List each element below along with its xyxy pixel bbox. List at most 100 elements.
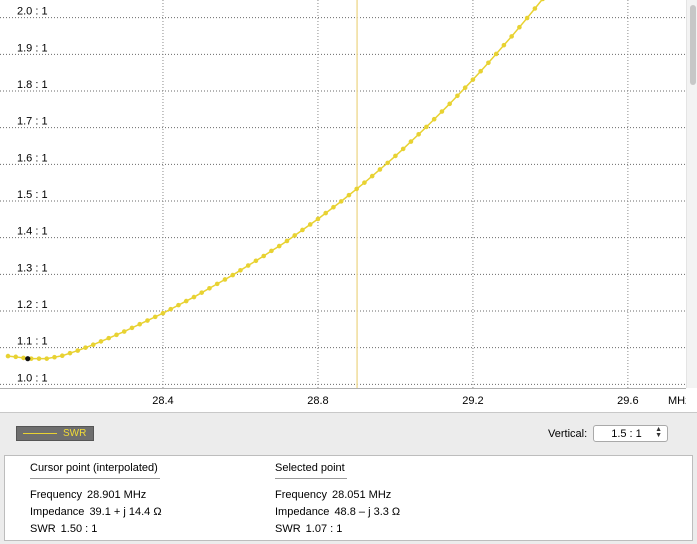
selected-frequency-row: Frequency 28.051 MHz: [275, 487, 400, 504]
swr-data-point[interactable]: [121, 329, 127, 334]
swr-data-point[interactable]: [462, 85, 468, 90]
swr-data-point[interactable]: [393, 153, 398, 159]
swr-data-point[interactable]: [52, 354, 57, 360]
swr-data-point[interactable]: [416, 131, 421, 137]
selected-swr-label: SWR: [275, 523, 301, 535]
swr-data-point[interactable]: [67, 350, 73, 356]
swr-data-point[interactable]: [307, 222, 313, 227]
swr-data-point[interactable]: [98, 339, 104, 344]
swr-data-point[interactable]: [276, 243, 282, 249]
swr-data-point[interactable]: [5, 353, 11, 359]
swr-data-point[interactable]: [408, 139, 414, 144]
swr-data-point[interactable]: [486, 60, 491, 66]
swr-data-point[interactable]: [253, 258, 259, 264]
swr-data-point[interactable]: [129, 325, 135, 331]
scrollbar-thumb[interactable]: [690, 5, 696, 85]
swr-data-point[interactable]: [369, 173, 375, 179]
swr-data-point[interactable]: [385, 160, 390, 166]
vertical-scrollbar[interactable]: [686, 0, 697, 388]
swr-data-point[interactable]: [509, 34, 514, 39]
swr-data-point[interactable]: [199, 290, 205, 295]
swr-data-point[interactable]: [36, 356, 42, 361]
cursor-swr-value: 1.50 : 1: [60, 523, 98, 535]
swr-data-point[interactable]: [300, 227, 305, 233]
swr-data-point[interactable]: [362, 180, 367, 185]
cursor-frequency-value: 28.901 MHz: [86, 489, 147, 501]
legend-swr[interactable]: SWR: [16, 426, 94, 441]
swr-data-point[interactable]: [114, 332, 119, 338]
swr-data-point[interactable]: [284, 238, 290, 244]
swr-data-point[interactable]: [447, 101, 452, 107]
swr-data-point[interactable]: [315, 216, 321, 222]
selected-frequency-label: Frequency: [275, 489, 327, 501]
swr-data-point[interactable]: [106, 335, 112, 341]
swr-data-point[interactable]: [323, 210, 328, 216]
swr-data-point[interactable]: [176, 302, 181, 308]
swr-data-point[interactable]: [238, 268, 243, 273]
vertical-scale-select[interactable]: 1.5 : 1 ▲ ▼: [593, 425, 668, 442]
cursor-frequency-row: Frequency 28.901 MHz: [30, 487, 162, 504]
swr-data-point[interactable]: [269, 248, 274, 254]
swr-data-point[interactable]: [13, 354, 19, 360]
swr-data-point[interactable]: [424, 124, 429, 130]
swr-data-point[interactable]: [261, 253, 267, 259]
swr-data-point[interactable]: [83, 345, 88, 350]
swr-data-point[interactable]: [439, 109, 445, 114]
swr-data-point[interactable]: [207, 285, 212, 291]
swr-data-point[interactable]: [137, 321, 143, 327]
swr-data-point[interactable]: [493, 51, 499, 57]
swr-data-point[interactable]: [230, 272, 236, 278]
x-tick-label: 29.2: [462, 395, 483, 407]
swr-data-point[interactable]: [331, 204, 336, 210]
swr-chart[interactable]: 1.0 : 1 1.1 : 1 1.2 : 1 1.3 : 1 1.4 : 1 1.5 :…: [0, 0, 686, 412]
swr-data-point[interactable]: [152, 314, 158, 320]
swr-data-point[interactable]: [478, 68, 483, 74]
updown-arrows-icon: ▲ ▼: [655, 426, 662, 439]
cursor-frequency-label: Frequency: [30, 489, 82, 501]
swr-data-point[interactable]: [354, 186, 359, 192]
x-tick-label: 29.6: [617, 395, 638, 407]
cursor-impedance-row: Impedance 39.1 + j 14.4 Ω: [30, 504, 162, 521]
swr-data-point[interactable]: [44, 356, 50, 361]
x-tick-label: 28.8: [307, 395, 328, 407]
swr-data-point[interactable]: [431, 116, 437, 122]
swr-data-point[interactable]: [160, 310, 166, 316]
selected-swr-value: 1.07 : 1: [305, 523, 343, 535]
swr-data-point[interactable]: [517, 24, 522, 30]
swr-data-point[interactable]: [214, 281, 220, 287]
swr-data-point[interactable]: [21, 355, 26, 361]
vertical-scale-value: 1.5 : 1: [611, 427, 642, 440]
y-tick-label: 1.1 : 1: [17, 336, 48, 348]
swr-data-point[interactable]: [75, 348, 81, 353]
selected-point-marker: [25, 356, 31, 362]
swr-data-point[interactable]: [532, 6, 538, 11]
swr-data-point[interactable]: [455, 93, 460, 99]
swr-data-point[interactable]: [168, 306, 174, 312]
cursor-point-section: Cursor point (interpolated) Frequency 28.…: [30, 462, 162, 538]
y-tick-label: 1.3 : 1: [17, 262, 48, 274]
swr-data-point[interactable]: [377, 167, 383, 172]
point-info-panel: Cursor point (interpolated) Frequency 28.…: [4, 455, 693, 541]
swr-data-point[interactable]: [338, 199, 344, 204]
swr-data-point[interactable]: [183, 298, 189, 304]
vertical-scale-label: Vertical:: [548, 428, 588, 440]
swr-data-point[interactable]: [501, 42, 507, 48]
swr-data-point[interactable]: [59, 353, 65, 359]
selected-frequency-value: 28.051 MHz: [331, 489, 392, 501]
selected-impedance-row: Impedance 48.8 – j 3.3 Ω: [275, 504, 400, 521]
swr-data-point[interactable]: [400, 146, 406, 152]
swr-data-point[interactable]: [292, 233, 297, 238]
swr-data-point[interactable]: [145, 318, 150, 323]
legend-swr-label: SWR: [63, 428, 87, 439]
swr-data-point[interactable]: [524, 15, 530, 21]
swr-plot-area[interactable]: 1.0 : 1 1.1 : 1 1.2 : 1 1.3 : 1 1.4 : 1 1.5 :…: [0, 0, 697, 413]
y-tick-label: 1.5 : 1: [17, 189, 48, 201]
swr-data-point[interactable]: [346, 192, 352, 198]
swr-data-point[interactable]: [191, 294, 197, 300]
y-tick-label: 1.0 : 1: [17, 372, 48, 384]
swr-data-point[interactable]: [222, 277, 228, 282]
swr-data-point[interactable]: [470, 77, 476, 82]
swr-data-point[interactable]: [90, 342, 96, 348]
swr-data-point[interactable]: [245, 263, 251, 268]
x-unit-label: MHz: [668, 395, 686, 407]
